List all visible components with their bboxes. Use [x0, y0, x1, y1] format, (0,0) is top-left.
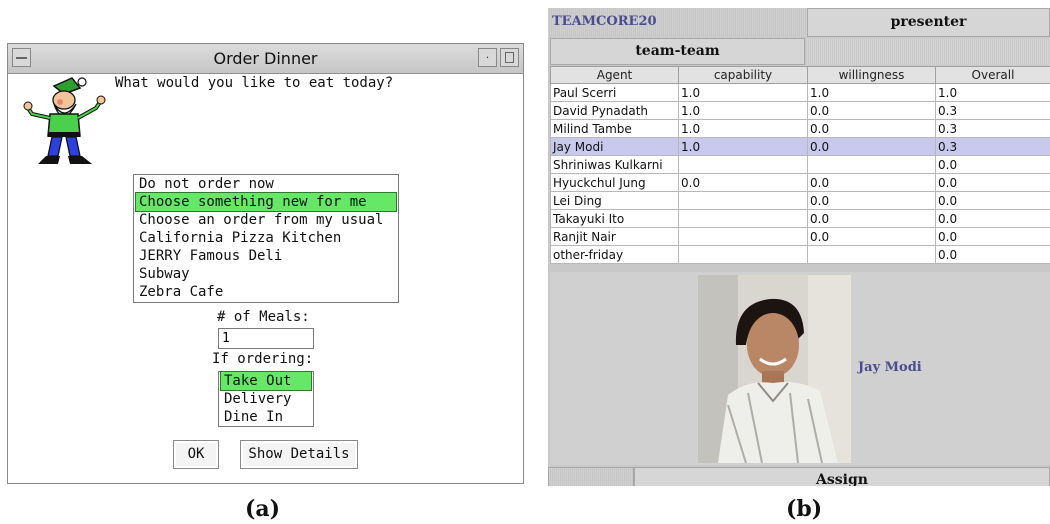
table-cell: 0.0 [935, 155, 1050, 174]
restaurant-option[interactable]: Do not order now [136, 175, 396, 193]
table-cell: 0.0 [807, 173, 936, 192]
dialog-body: What would you like to eat today? Do not… [8, 74, 523, 483]
question-text: What would you like to eat today? [115, 75, 394, 91]
restaurant-option[interactable]: Subway [136, 265, 396, 283]
table-cell: 0.3 [935, 137, 1050, 156]
assign-button[interactable]: Assign [634, 467, 1050, 486]
elf-mascot-icon [23, 77, 106, 164]
agent-detail-area: Jay Modi [550, 272, 1050, 465]
table-cell: 1.0 [678, 83, 808, 102]
meals-input[interactable]: 1 [218, 328, 314, 349]
table-cell: 0.0 [935, 245, 1050, 264]
caption-a: (a) [245, 496, 281, 522]
tab-presenter[interactable]: presenter [807, 8, 1050, 37]
table-cell: 0.0 [935, 209, 1050, 228]
order-dinner-window: Order Dinner · What would you like to ea… [7, 43, 524, 484]
ok-button[interactable]: OK [173, 440, 219, 469]
table-cell: 1.0 [935, 83, 1050, 102]
table-cell [678, 155, 808, 174]
table-header-row: Agent capability willingness Overall [550, 66, 1050, 84]
table-cell: 0.0 [678, 173, 808, 192]
table-cell: 0.0 [807, 119, 936, 138]
ordering-listbox[interactable]: Take Out Delivery Dine In [218, 371, 314, 427]
table-cell: Hyuckchul Jung [550, 173, 679, 192]
restaurant-listbox[interactable]: Do not order now Choose something new for… [133, 174, 399, 303]
table-cell: 0.0 [935, 227, 1050, 246]
table-cell: 0.0 [807, 191, 936, 210]
agent-photo-name: Jay Modi [858, 360, 922, 375]
table-row[interactable]: Jay Modi 1.0 0.0 0.3 [550, 137, 1050, 156]
restaurant-option[interactable]: California Pizza Kitchen [136, 229, 396, 247]
table-cell: 1.0 [678, 119, 808, 138]
column-header[interactable]: capability [678, 66, 808, 84]
meals-label: # of Meals: [217, 309, 310, 325]
table-cell: 0.0 [807, 209, 936, 228]
column-header[interactable]: Agent [550, 66, 679, 84]
table-row[interactable]: Takayuki Ito 0.0 0.0 [550, 209, 1050, 228]
table-cell: 0.0 [807, 137, 936, 156]
table-cell [807, 245, 936, 264]
table-cell: 0.3 [935, 119, 1050, 138]
table-row[interactable]: David Pynadath 1.0 0.0 0.3 [550, 101, 1050, 120]
table-cell: Shriniwas Kulkarni [550, 155, 679, 174]
restaurant-option[interactable]: Choose something new for me [135, 192, 397, 212]
tab-strip-filler [807, 38, 1050, 65]
table-cell: Paul Scerri [550, 83, 679, 102]
restaurant-option[interactable]: JERRY Famous Deli [136, 247, 396, 265]
table-row[interactable]: Hyuckchul Jung 0.0 0.0 0.0 [550, 173, 1050, 192]
table-cell [678, 245, 808, 264]
minimize-icon: · [485, 51, 490, 64]
ordering-option[interactable]: Take Out [220, 371, 312, 391]
assign-bar-left [548, 467, 634, 486]
ordering-option[interactable]: Delivery [221, 390, 311, 408]
app-title: TEAMCORE20 [548, 8, 807, 37]
table-cell [807, 155, 936, 174]
table-row[interactable]: Ranjit Nair 0.0 0.0 [550, 227, 1050, 246]
table-cell [678, 191, 808, 210]
show-details-button[interactable]: Show Details [240, 440, 358, 469]
restaurant-option[interactable]: Choose an order from my usual [136, 211, 396, 229]
table-cell: Jay Modi [550, 137, 679, 156]
table-cell: 1.0 [678, 137, 808, 156]
window-titlebar[interactable]: Order Dinner · [8, 44, 523, 74]
table-cell [678, 227, 808, 246]
table-row[interactable]: other-friday 0.0 [550, 245, 1050, 264]
window-title: Order Dinner [213, 49, 318, 68]
restaurant-option[interactable]: Zebra Cafe [136, 283, 396, 301]
column-header[interactable]: Overall [935, 66, 1050, 84]
agent-photo [698, 275, 851, 463]
teamcore-window: TEAMCORE20 presenter team-team Agent capa… [548, 8, 1050, 486]
agent-table: Agent capability willingness Overall Paul S… [550, 66, 1050, 264]
table-row[interactable]: Milind Tambe 1.0 0.0 0.3 [550, 119, 1050, 138]
maximize-button[interactable] [500, 48, 519, 67]
table-cell: 0.0 [935, 191, 1050, 210]
table-cell: other-friday [550, 245, 679, 264]
table-row[interactable]: Lei Ding 0.0 0.0 [550, 191, 1050, 210]
table-cell: 1.0 [807, 83, 936, 102]
table-cell: 0.0 [935, 173, 1050, 192]
column-header[interactable]: willingness [807, 66, 936, 84]
tab-team-team[interactable]: team-team [550, 38, 805, 65]
ordering-option[interactable]: Dine In [221, 408, 311, 426]
minimize-button[interactable]: · [478, 48, 497, 67]
table-cell: Takayuki Ito [550, 209, 679, 228]
table-cell: Milind Tambe [550, 119, 679, 138]
table-cell: 0.3 [935, 101, 1050, 120]
table-cell: Lei Ding [550, 191, 679, 210]
ordering-label: If ordering: [212, 351, 314, 367]
assign-bar: Assign [548, 467, 1050, 486]
table-cell [678, 209, 808, 228]
caption-b: (b) [786, 496, 823, 522]
table-cell: 0.0 [807, 101, 936, 120]
table-row[interactable]: Shriniwas Kulkarni 0.0 [550, 155, 1050, 174]
table-cell: 1.0 [678, 101, 808, 120]
table-cell: Ranjit Nair [550, 227, 679, 246]
table-cell: David Pynadath [550, 101, 679, 120]
table-row[interactable]: Paul Scerri 1.0 1.0 1.0 [550, 83, 1050, 102]
table-cell: 0.0 [807, 227, 936, 246]
